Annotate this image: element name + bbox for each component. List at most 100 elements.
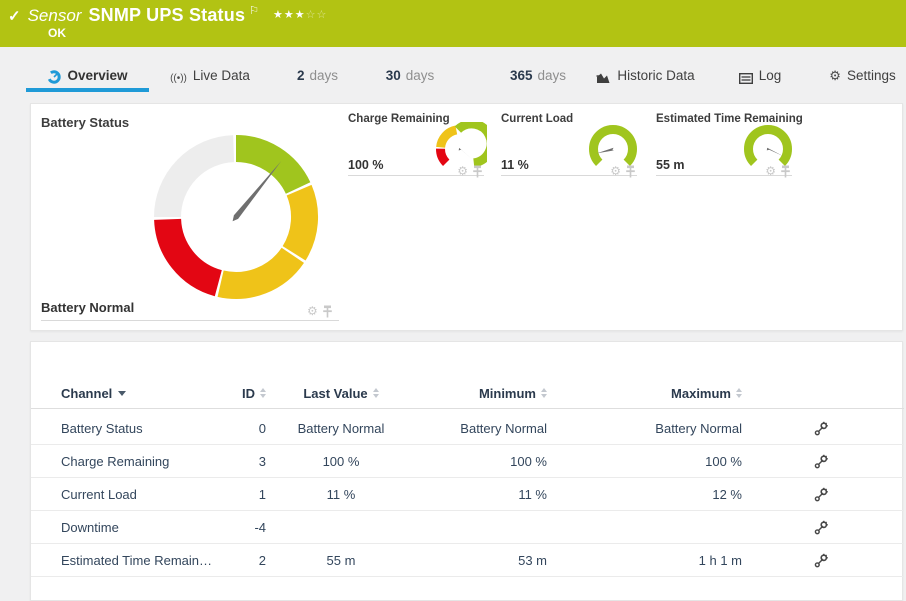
channel-gear-icon[interactable]: ⚙ xyxy=(457,164,468,178)
tab-label: Live Data xyxy=(193,68,250,83)
channel-id: 3 xyxy=(211,445,266,478)
pin-icon[interactable] xyxy=(323,305,332,318)
tab-30-days[interactable]: 30 days xyxy=(375,47,445,92)
tab-log[interactable]: Log xyxy=(730,47,790,92)
gauge-title: Current Load xyxy=(501,113,573,125)
settings-gear-icon: ⚙ xyxy=(829,68,841,84)
gauge-block-current-load: Current Load 11 % ⚙ xyxy=(501,111,637,186)
stars-filled: ★★★ xyxy=(273,9,306,21)
priority-stars[interactable]: ★★★☆☆ xyxy=(273,8,327,21)
sort-icon xyxy=(260,388,266,398)
column-label: Maximum xyxy=(671,386,731,401)
channel-name: Battery Status xyxy=(61,412,236,445)
table-row-estimated-time[interactable]: Estimated Time Remain… 2 55 m 53 m 1 h 1… xyxy=(31,544,904,577)
tab-number: 365 xyxy=(510,68,533,83)
tab-label: Log xyxy=(759,68,782,83)
gauge-value: 55 m xyxy=(656,158,685,172)
tab-bar: Overview ((•)) Live Data 2 days 30 days … xyxy=(0,47,906,92)
column-header-channel[interactable]: Channel xyxy=(61,378,236,408)
channel-settings-icon[interactable] xyxy=(806,412,836,445)
pin-icon[interactable] xyxy=(781,165,790,178)
tab-label: Overview xyxy=(67,68,127,83)
maximum-value: 1 h 1 m xyxy=(556,544,742,577)
channel-id: 1 xyxy=(211,478,266,511)
status-badge: OK xyxy=(48,26,66,40)
overview-gauges-panel: Battery Status Battery Normal ⚙ Charge R… xyxy=(30,103,903,331)
channel-id: 0 xyxy=(211,412,266,445)
tab-label: days xyxy=(538,68,567,83)
maximum-value: 100 % xyxy=(556,445,742,478)
sort-icon xyxy=(541,388,547,398)
maximum-value xyxy=(556,511,742,544)
channel-gear-icon[interactable]: ⚙ xyxy=(307,304,318,318)
column-header-id[interactable]: ID xyxy=(211,378,266,408)
maximum-value: 12 % xyxy=(556,478,742,511)
sort-desc-icon xyxy=(118,391,126,396)
column-header-maximum[interactable]: Maximum xyxy=(556,378,742,408)
tab-overview[interactable]: Overview xyxy=(26,47,149,92)
channel-name: Current Load xyxy=(61,478,236,511)
minimum-value: Battery Normal xyxy=(361,412,547,445)
table-header-row: Channel ID Last Value Minimum Maximum xyxy=(31,378,902,408)
primary-gauge-value: Battery Normal xyxy=(41,300,134,315)
gauge-block-charge-remaining: Charge Remaining 100 % ⚙ xyxy=(348,111,484,186)
primary-gauge-title: Battery Status xyxy=(41,115,129,130)
minimum-value: 53 m xyxy=(361,544,547,577)
gauge-block-estimated-time: Estimated Time Remaining 55 m ⚙ xyxy=(656,111,792,186)
column-label: ID xyxy=(242,386,255,401)
gauge-value: 100 % xyxy=(348,158,383,172)
historic-data-icon xyxy=(596,72,611,84)
tab-label: days xyxy=(406,68,435,83)
column-label: Channel xyxy=(61,386,112,401)
tab-label: Historic Data xyxy=(617,68,694,83)
sort-icon xyxy=(736,388,742,398)
divider xyxy=(41,320,339,321)
object-kind-label: Sensor xyxy=(28,6,82,26)
tab-label: Settings xyxy=(847,68,896,83)
page-title: SNMP UPS Status xyxy=(88,5,245,26)
tab-365-days[interactable]: 365 days xyxy=(498,47,578,92)
flag-icon[interactable]: ⚐ xyxy=(249,4,259,17)
channels-table-panel: Channel ID Last Value Minimum Maximum Ba… xyxy=(30,341,903,601)
minimum-value xyxy=(361,511,547,544)
channel-id: -4 xyxy=(211,511,266,544)
active-tab-underline xyxy=(26,88,149,92)
channel-settings-icon[interactable] xyxy=(806,478,836,511)
column-label: Last Value xyxy=(303,386,367,401)
channel-name: Charge Remaining xyxy=(61,445,236,478)
pin-icon[interactable] xyxy=(473,165,482,178)
log-icon xyxy=(739,73,753,84)
minimum-value: 11 % xyxy=(361,478,547,511)
gauge-needle xyxy=(233,161,282,221)
table-row-battery-status[interactable]: Battery Status 0 Battery Normal Battery … xyxy=(31,412,904,445)
channel-name: Downtime xyxy=(61,511,236,544)
channel-settings-icon[interactable] xyxy=(806,445,836,478)
live-data-icon: ((•)) xyxy=(170,73,187,84)
channel-settings-icon[interactable] xyxy=(806,511,836,544)
battery-status-gauge[interactable] xyxy=(151,132,321,302)
tab-live-data[interactable]: ((•)) Live Data xyxy=(160,47,260,92)
table-row-charge-remaining[interactable]: Charge Remaining 3 100 % 100 % 100 % xyxy=(31,445,904,478)
divider xyxy=(31,408,904,409)
stars-empty: ☆☆ xyxy=(306,9,328,21)
column-header-minimum[interactable]: Minimum xyxy=(361,378,547,408)
tab-number: 30 xyxy=(386,68,401,83)
gauge-icon xyxy=(47,70,61,84)
maximum-value: Battery Normal xyxy=(556,412,742,445)
channel-name: Estimated Time Remain… xyxy=(61,544,236,577)
pin-icon[interactable] xyxy=(626,165,635,178)
channel-settings-icon[interactable] xyxy=(806,544,836,577)
tab-label: days xyxy=(309,68,338,83)
tab-settings[interactable]: ⚙ Settings xyxy=(820,47,905,92)
minimum-value: 100 % xyxy=(361,445,547,478)
tab-2-days[interactable]: 2 days xyxy=(285,47,350,92)
tab-number: 2 xyxy=(297,68,305,83)
channel-id: 2 xyxy=(211,544,266,577)
table-row-downtime[interactable]: Downtime -4 xyxy=(31,511,904,544)
table-row-current-load[interactable]: Current Load 1 11 % 11 % 12 % xyxy=(31,478,904,511)
column-label: Minimum xyxy=(479,386,536,401)
channel-gear-icon[interactable]: ⚙ xyxy=(765,164,776,178)
status-check-icon: ✓ xyxy=(8,7,21,25)
channel-gear-icon[interactable]: ⚙ xyxy=(610,164,621,178)
tab-historic-data[interactable]: Historic Data xyxy=(588,47,703,92)
